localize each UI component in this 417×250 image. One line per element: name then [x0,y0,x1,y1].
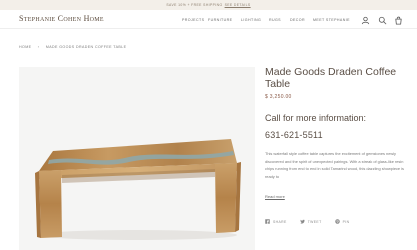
promo-bar: Save 10% + free shipping see details [0,0,417,10]
share-facebook-button[interactable]: Share [265,219,287,224]
nav-item-projects[interactable]: Projects [182,18,208,22]
phone-number[interactable]: 631-621-5511 [265,130,323,140]
search-icon[interactable] [378,16,387,25]
product-image[interactable] [19,67,255,250]
site-header: Stephanie Cohen Home Projects Furniture … [0,10,417,29]
breadcrumb: Home › Made Goods Draden Coffee Table [19,45,126,49]
tweet-label: Tweet [307,219,322,224]
share-label: Share [273,219,287,224]
promo-details-link[interactable]: see details [225,3,251,7]
tweet-button[interactable]: Tweet [299,219,322,224]
breadcrumb-separator: › [37,45,40,49]
nav-item-lighting[interactable]: Lighting [241,18,269,22]
read-more-link[interactable]: Read more [265,194,285,199]
product-title: Made Goods Draden Coffee Table [265,66,397,90]
pin-button[interactable]: Pin [334,219,350,224]
pin-label: Pin [342,219,350,224]
nav-item-furniture[interactable]: Furniture [208,18,241,22]
user-icon[interactable] [361,16,370,25]
cart-icon[interactable] [394,16,403,25]
breadcrumb-current: Made Goods Draden Coffee Table [45,45,127,49]
twitter-icon [299,219,305,224]
promo-text: Save 10% + free shipping [166,3,223,7]
site-logo[interactable]: Stephanie Cohen Home [19,14,104,23]
product-price: $ 3,250.00 [265,94,292,100]
breadcrumb-home[interactable]: Home [19,45,31,49]
call-heading: Call for more information: [265,113,367,123]
product-description: This waterfall style coffee table captur… [265,151,404,179]
nav-item-rugs[interactable]: Rugs [269,18,290,22]
nav-item-meet-stephanie[interactable]: Meet Stephanie [313,18,353,22]
facebook-icon [265,219,270,224]
pinterest-icon [334,219,340,224]
main-nav: Projects Furniture Lighting Rugs Decor M… [182,18,353,22]
share-row: Share Tweet Pin [265,219,362,224]
nav-item-decor[interactable]: Decor [290,18,313,22]
coffee-table-photo [35,139,241,240]
